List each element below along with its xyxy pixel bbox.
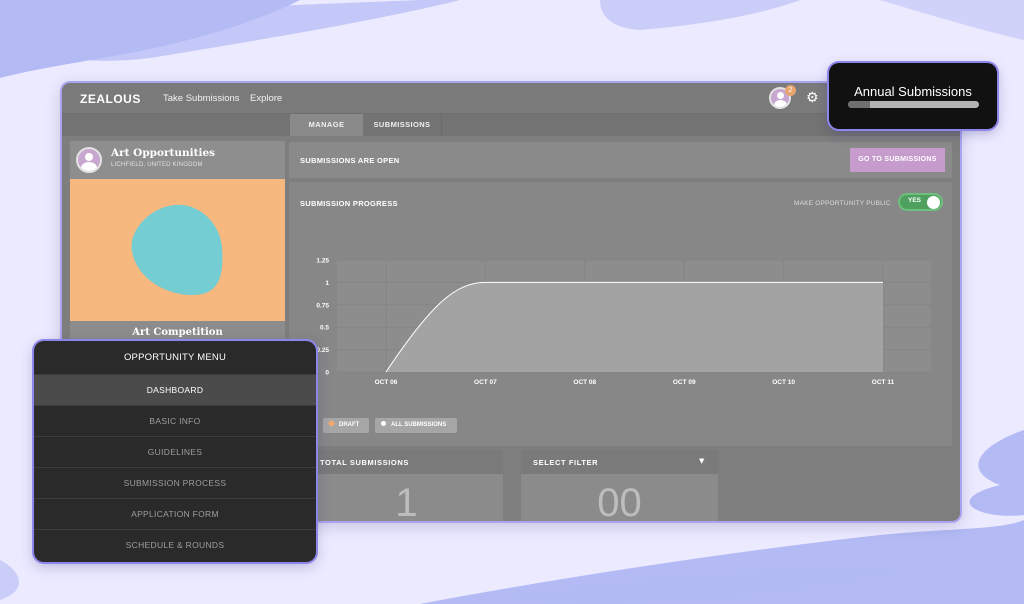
filter-select-label[interactable]: SELECT FILTER — [533, 458, 598, 467]
menu-item-guidelines[interactable]: GUIDELINES — [34, 436, 316, 467]
profile-header: Art Opportunities LICHFIELD, UNITED KING… — [70, 141, 285, 179]
tab-submissions[interactable]: SUBMISSIONS — [363, 114, 441, 136]
chart-y-tick-label: 0.25 — [316, 347, 329, 354]
top-navigation-bar: ZEALOUS Take Submissions Explore 2 ⚙ — [62, 83, 960, 114]
legend-draft[interactable]: DRAFT — [323, 418, 369, 433]
nav-explore[interactable]: Explore — [250, 93, 282, 104]
progress-title: SUBMISSION PROGRESS — [300, 199, 398, 208]
total-submissions-value: 1 — [395, 481, 418, 521]
annual-progress-bar — [848, 101, 979, 108]
chart-y-tick-label: 0 — [325, 370, 329, 377]
tab-manage[interactable]: MANAGE — [290, 114, 363, 136]
chart-x-tick-label: OCT 09 — [673, 379, 696, 386]
chart-x-tick-label: OCT 10 — [772, 379, 795, 386]
public-toggle[interactable]: YES — [898, 193, 943, 211]
nav-take-submissions[interactable]: Take Submissions — [163, 93, 240, 104]
legend-all-label: ALL SUBMISSIONS — [391, 422, 447, 428]
submission-progress-panel: SUBMISSION PROGRESS MAKE OPPORTUNITY PUB… — [289, 182, 952, 446]
legend-draft-label: DRAFT — [339, 422, 360, 428]
submission-progress-chart: 0 0.25 0.5 0.75 1 1.25 OCT 06 OCT 07 OCT 08 OCT 0… — [316, 258, 931, 386]
menu-item-dashboard[interactable]: DASHBOARD — [34, 374, 316, 405]
menu-item-schedule-rounds[interactable]: SCHEDULE & ROUNDS — [34, 529, 316, 560]
organizer-location: LICHFIELD, UNITED KINGDOM — [111, 162, 203, 168]
toggle-knob[interactable] — [927, 196, 940, 209]
status-text: SUBMISSIONS ARE OPEN — [300, 156, 400, 165]
total-submissions-label: TOTAL SUBMISSIONS — [320, 458, 409, 467]
go-to-submissions-button[interactable]: GO TO SUBMISSIONS — [850, 148, 945, 172]
menu-title: OPPORTUNITY MENU — [123, 352, 227, 363]
opportunity-cover-image — [70, 179, 285, 321]
annual-submissions-title: Annual Submissions — [854, 84, 972, 99]
menu-item-submission-process[interactable]: SUBMISSION PROCESS — [34, 467, 316, 498]
chart-y-tick-label: 1.25 — [316, 258, 329, 265]
competition-title: Art Competition — [132, 327, 223, 338]
chevron-down-icon[interactable]: ▼ — [699, 457, 704, 465]
opportunity-menu: OPPORTUNITY MENU DASHBOARD BASIC INFO GU… — [34, 341, 316, 562]
chart-x-tick-label: OCT 06 — [375, 379, 398, 386]
chart-area-series — [386, 282, 883, 372]
blob-shape-icon — [131, 204, 223, 296]
draft-marker-icon — [327, 419, 336, 428]
chart-x-tick-label: OCT 08 — [573, 379, 596, 386]
gear-icon[interactable]: ⚙ — [806, 91, 819, 105]
zealous-logo[interactable]: ZEALOUS — [80, 92, 141, 106]
filter-card: SELECT FILTER ▼ 00 — [521, 450, 718, 521]
manage-tabs: MANAGE SUBMISSIONS — [62, 114, 960, 136]
filter-value: 00 — [597, 481, 642, 521]
organizer-name[interactable]: Art Opportunities — [111, 147, 215, 159]
annual-progress-fill — [848, 101, 871, 108]
chart-y-tick-label: 1 — [325, 280, 329, 287]
legend-all-submissions[interactable]: ALL SUBMISSIONS — [375, 418, 457, 433]
menu-item-application-form[interactable]: APPLICATION FORM — [34, 498, 316, 529]
public-toggle-label: MAKE OPPORTUNITY PUBLIC — [794, 200, 891, 207]
chart-x-tick-label: OCT 07 — [474, 379, 497, 386]
toggle-label: YES — [908, 197, 922, 204]
chart-y-tick-label: 0.75 — [316, 302, 329, 309]
menu-item-basic-info[interactable]: BASIC INFO — [34, 405, 316, 436]
chart-y-tick-label: 0.5 — [320, 325, 329, 332]
notification-badge: 2 — [785, 85, 796, 96]
total-submissions-card: TOTAL SUBMISSIONS 1 — [310, 450, 503, 521]
organizer-avatar-icon[interactable] — [76, 147, 102, 173]
submission-status-bar: SUBMISSIONS ARE OPEN GO TO SUBMISSIONS — [289, 142, 952, 178]
tab-divider — [441, 114, 442, 136]
chart-x-tick-label: OCT 11 — [872, 379, 895, 386]
annual-submissions-widget: Annual Submissions — [829, 63, 997, 129]
all-submissions-marker-icon — [381, 421, 386, 426]
